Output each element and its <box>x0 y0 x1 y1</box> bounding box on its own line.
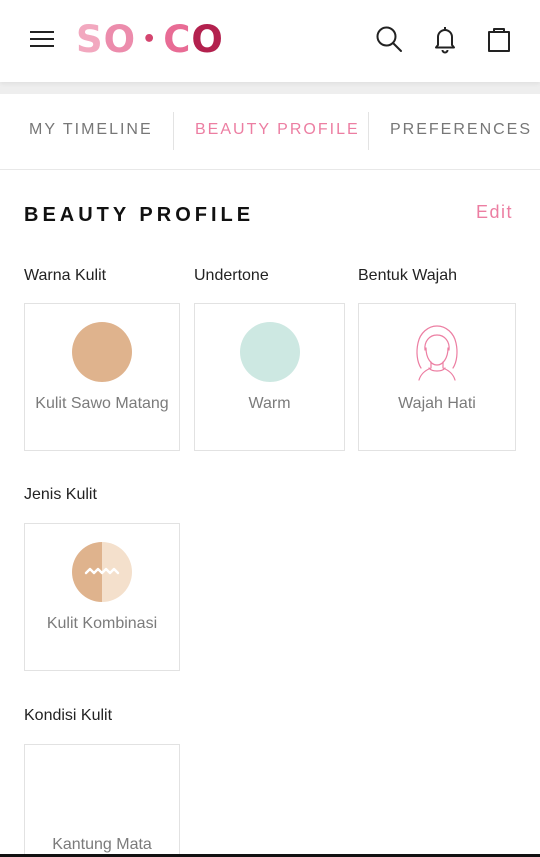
undertone-card[interactable]: Warm <box>194 303 345 451</box>
section-title: BEAUTY PROFILE <box>24 204 255 226</box>
skin-type-card[interactable]: Kulit Kombinasi <box>24 523 180 671</box>
menu-icon[interactable] <box>28 26 56 52</box>
skin-condition-card[interactable]: Kantung Mata <box>24 744 180 857</box>
shopping-bag-icon[interactable] <box>484 24 514 54</box>
tab-divider <box>368 112 369 150</box>
tab-divider <box>173 112 174 150</box>
skin-condition-value: Kantung Mata <box>52 836 152 853</box>
soco-logo[interactable]: S O • C O <box>76 18 224 61</box>
tab-beauty-profile[interactable]: BEAUTY PROFILE <box>195 121 360 139</box>
skin-color-label: Warna Kulit <box>24 267 107 284</box>
profile-tabs: MY TIMELINE BEAUTY PROFILE PREFERENCES <box>0 94 540 170</box>
edit-button[interactable]: Edit <box>476 202 513 223</box>
app-header: S O • C O <box>0 0 540 82</box>
face-shape-label: Bentuk Wajah <box>358 267 458 284</box>
header-separator <box>0 82 540 94</box>
tab-my-timeline[interactable]: MY TIMELINE <box>29 121 153 139</box>
skin-color-swatch-icon <box>72 322 132 382</box>
skin-type-label: Jenis Kulit <box>24 486 97 503</box>
face-outline-icon <box>407 322 467 382</box>
bell-icon[interactable] <box>430 24 460 54</box>
skin-condition-label: Kondisi Kulit <box>24 707 113 724</box>
skin-type-value: Kulit Kombinasi <box>46 615 158 632</box>
tab-preferences[interactable]: PREFERENCES <box>390 121 532 139</box>
face-shape-card[interactable]: Wajah Hati <box>358 303 516 451</box>
skin-color-card[interactable]: Kulit Sawo Matang <box>24 303 180 451</box>
search-icon[interactable] <box>374 24 404 54</box>
face-shape-value: Wajah Hati <box>398 395 476 412</box>
combination-skin-icon <box>72 542 132 602</box>
undertone-label: Undertone <box>194 267 269 284</box>
undertone-swatch-icon <box>239 322 300 382</box>
skin-color-value: Kulit Sawo Matang <box>35 395 169 412</box>
undertone-value: Warm <box>248 395 291 412</box>
